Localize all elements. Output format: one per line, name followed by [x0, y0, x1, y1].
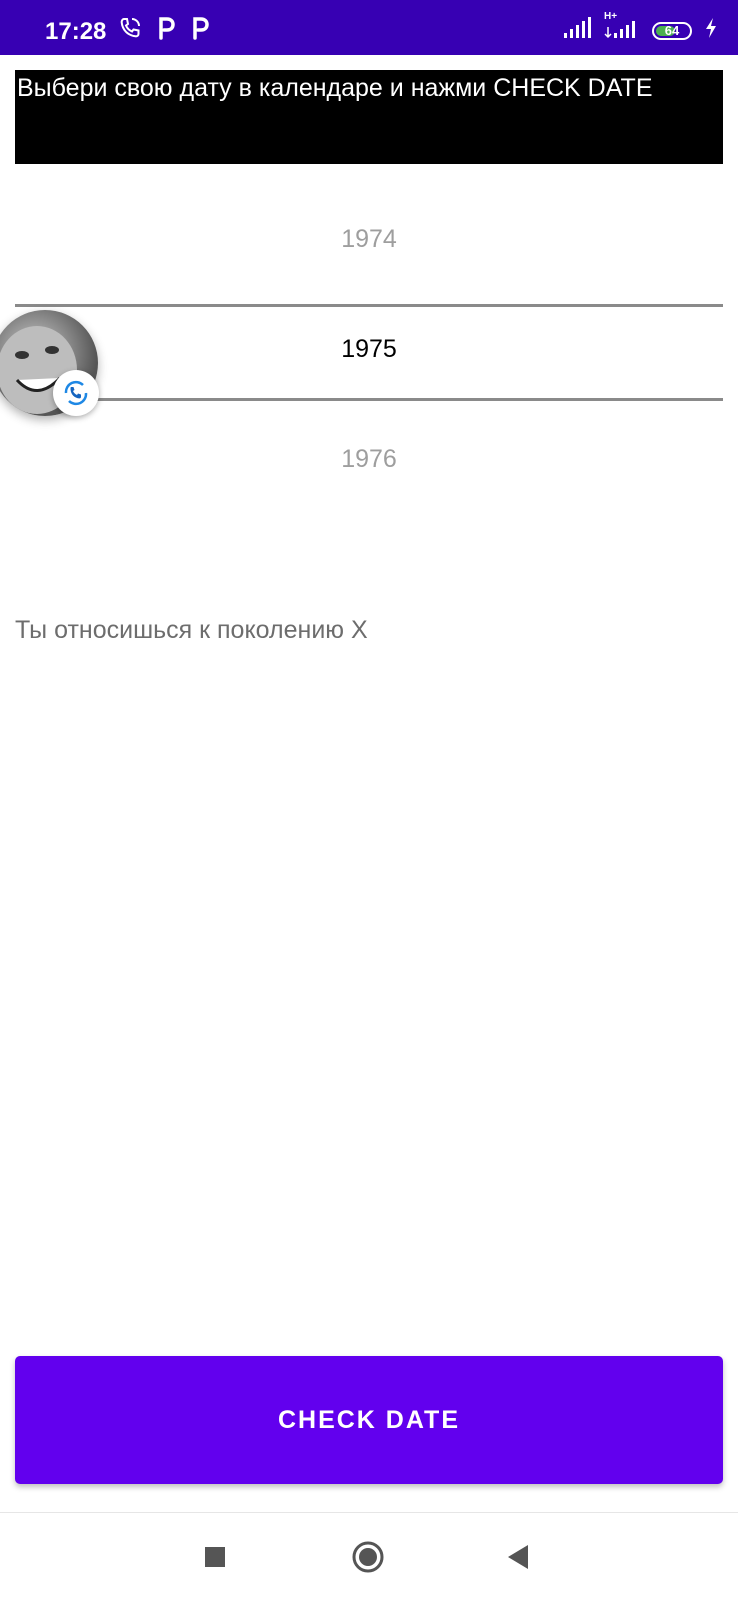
navigation-bar	[0, 1512, 738, 1601]
status-system-icons: H+ 64	[562, 11, 718, 44]
status-time: 17:28	[45, 18, 107, 45]
year-option-previous[interactable]: 1974	[15, 225, 723, 254]
picker-divider-bottom	[15, 398, 723, 401]
battery-icon: 64	[652, 21, 692, 40]
signal-h-plus-icon: H+	[604, 11, 640, 44]
phone-call-icon	[118, 16, 142, 45]
year-option-selected[interactable]: 1975	[15, 335, 723, 364]
check-date-button[interactable]: CHECK DATE	[15, 1356, 723, 1484]
instruction-banner: Выбери свою дату в календаре и нажми CHE…	[15, 70, 723, 164]
year-picker[interactable]: 1974 1975 1976	[15, 190, 723, 530]
year-option-next[interactable]: 1976	[15, 445, 723, 474]
network-type-label: H+	[604, 11, 618, 22]
generation-result: Ты относишься к поколению X	[15, 616, 368, 644]
signal-icon	[562, 17, 592, 44]
picker-divider-top	[15, 304, 723, 307]
recents-square-icon[interactable]	[193, 1535, 237, 1579]
charging-bolt-icon	[704, 17, 718, 44]
back-triangle-icon[interactable]	[497, 1535, 541, 1579]
parking-p-icon	[190, 16, 210, 45]
battery-level: 64	[664, 23, 680, 38]
phone-sync-icon[interactable]	[53, 370, 99, 416]
parking-p-icon	[156, 16, 176, 45]
instruction-text: Выбери свою дату в календаре и нажми CHE…	[17, 74, 653, 102]
status-bar: 17:28 H+ 64	[0, 0, 738, 55]
home-circle-icon[interactable]	[346, 1535, 390, 1579]
status-notification-icons	[118, 16, 210, 45]
